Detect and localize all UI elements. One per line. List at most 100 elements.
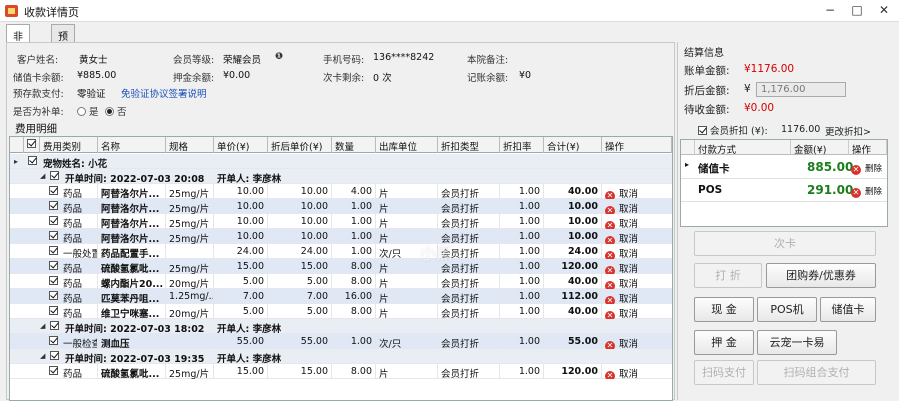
collapse-icon[interactable]: ▸ — [14, 157, 18, 166]
table-row[interactable]: 药品 匹莫苯丹咀... 1.25mg/... 7.00 7.00 16.00 片会员打折 1.… — [10, 289, 672, 304]
tab-non-presale[interactable]: 非预售 — [6, 24, 30, 73]
cancel-button[interactable]: ✕ 取消 — [602, 334, 672, 349]
cloud-pet-button[interactable]: 云宠一卡易 — [757, 330, 837, 355]
pos-button[interactable]: POS机 — [757, 297, 817, 322]
checkbox-icon — [28, 156, 37, 165]
scan-combo-pay-button[interactable]: 扫码组合支付 — [757, 360, 876, 385]
payment-amount: 291.00 — [807, 183, 854, 197]
cell-disc-price: 10.00 — [268, 214, 332, 229]
cancel-button[interactable]: ✕ 取消 — [602, 229, 672, 244]
cancel-button[interactable]: ✕ 取消 — [602, 304, 672, 319]
table-row[interactable]: 药品 螺内酯片20... 20mg/片 5.00 5.00 8.00 片会员打折 1.00 40… — [10, 274, 672, 289]
cancel-button[interactable]: ✕ 取消 — [602, 289, 672, 304]
cancel-button[interactable]: ✕ 取消 — [602, 274, 672, 289]
cell-category: 药品 — [60, 184, 98, 199]
change-discount-link[interactable]: 更改折扣> — [825, 124, 871, 138]
row-checkbox[interactable] — [46, 244, 60, 259]
minimize-button[interactable]: − — [820, 3, 840, 17]
cancel-button[interactable]: ✕ 取消 — [602, 244, 672, 259]
collapse-icon[interactable]: ◢ — [40, 352, 45, 360]
cancel-icon: ✕ — [605, 191, 615, 199]
row-checkbox[interactable] — [46, 229, 60, 244]
cancel-button[interactable]: ✕ 取消 — [602, 199, 672, 214]
cancel-button[interactable]: ✕ 取消 — [602, 184, 672, 199]
collapse-icon[interactable]: ◢ — [40, 172, 45, 180]
cell-disc-price: 10.00 — [268, 229, 332, 244]
order-group-row[interactable]: ◢ 开单时间: 2022-07-03 18:02 开单人: 李彦林 — [10, 319, 672, 334]
pet-checkbox[interactable] — [28, 156, 37, 166]
grid-header: 费用类别 名称 规格 单价(¥) 折后单价(¥) 数量 出库单位 折扣类型 折扣… — [10, 137, 672, 153]
row-checkbox[interactable] — [46, 304, 60, 319]
cell-rate: 1.00 — [500, 334, 544, 349]
header-select-all[interactable] — [24, 137, 40, 153]
payment-header-action: 操作 — [849, 140, 887, 156]
order-operator: 开单人: 李彦林 — [217, 174, 282, 184]
discounted-label: 折后金额: — [684, 85, 730, 97]
cell-disc-price: 24.00 — [268, 244, 332, 259]
table-row[interactable]: 药品 阿替洛尔片... 25mg/片 10.00 10.00 1.00 片会员打折 1.00 1… — [10, 229, 672, 244]
table-row[interactable]: 一般处置 药品配置手... 24.00 24.00 1.00 次/只 会员打折 1.00 24.… — [10, 244, 672, 259]
tab-presale[interactable]: 预售 — [51, 24, 75, 58]
table-row[interactable]: 药品 维卫宁咪塞... 20mg/片 5.00 5.00 8.00 片会员打折 1.00 40.… — [10, 304, 672, 319]
cancel-label: 取消 — [619, 309, 639, 319]
delete-payment-button[interactable]: ✕ 删除 — [851, 185, 882, 198]
cancel-button[interactable]: ✕ 取消 — [602, 214, 672, 229]
row-checkbox[interactable] — [46, 274, 60, 289]
makeup-yes-radio[interactable]: 是 — [77, 104, 99, 118]
group-coupon-button[interactable]: 团购券/优惠券 — [766, 263, 876, 288]
table-row[interactable]: 一般检查 测血压 55.00 55.00 1.00 次/只 会员打折 1.00 55.00 ✕ 取消 — [10, 334, 672, 349]
cell-price: 5.00 — [214, 274, 268, 289]
card-remaining-label: 次卡剩余: — [323, 73, 365, 84]
row-checkbox[interactable] — [46, 214, 60, 229]
makeup-no-radio[interactable]: 否 — [105, 104, 127, 118]
header-qty: 数量 — [332, 137, 376, 153]
cash-button[interactable]: 现 金 — [694, 297, 754, 322]
cancel-button[interactable]: ✕ 取消 — [602, 364, 672, 379]
table-row[interactable]: 药品 阿替洛尔片... 25mg/片 10.00 10.00 1.00 片会员打折 1.00 1… — [10, 199, 672, 214]
cell-rate: 1.00 — [500, 244, 544, 259]
card-button[interactable]: 次卡 — [694, 231, 876, 256]
discounted-input[interactable]: 1,176.00 — [756, 82, 846, 97]
table-row[interactable]: 药品 阿替洛尔片... 25mg/片 10.00 10.00 1.00 片会员打折 1.00 1… — [10, 214, 672, 229]
cell-disc-type: 会员打折 — [438, 364, 500, 379]
order-checkbox[interactable] — [50, 321, 59, 331]
table-row[interactable]: 药品 阿替洛尔片... 25mg/片 10.00 10.00 4.00 片会员打折 1.00 4… — [10, 184, 672, 199]
payment-row[interactable]: POS 291.00 ✕ 删除 — [681, 179, 887, 202]
row-checkbox[interactable] — [46, 334, 60, 349]
member-discount-toggle[interactable]: 会员折扣 (¥): — [698, 123, 768, 137]
row-checkbox[interactable] — [46, 364, 60, 379]
order-checkbox[interactable] — [50, 171, 59, 181]
currency-sign: ¥ — [744, 83, 751, 95]
row-checkbox[interactable] — [46, 289, 60, 304]
scan-pay-button[interactable]: 扫码支付 — [694, 360, 754, 385]
stored-card-button[interactable]: 储值卡 — [820, 297, 876, 322]
payable-value: ¥1176.00 — [744, 63, 795, 75]
table-row[interactable]: 药品 硫酸氢氯吡... 25mg/片 15.00 15.00 8.00 片会员打折 1.00 1… — [10, 259, 672, 274]
cell-disc-price: 7.00 — [268, 289, 332, 304]
order-checkbox[interactable] — [50, 351, 59, 361]
payment-row[interactable]: ▸ 储值卡 885.00 ✕ 删除 — [681, 156, 887, 179]
agreement-link[interactable]: 免验证协议签署说明 — [121, 86, 207, 100]
cancel-icon: ✕ — [605, 266, 615, 274]
checkbox-icon — [49, 231, 58, 240]
order-group-row[interactable]: ◢ 开单时间: 2022-07-03 19:35 开单人: 李彦林 — [10, 349, 672, 364]
delete-payment-button[interactable]: ✕ 删除 — [851, 162, 882, 175]
info-icon[interactable]: ❶ — [275, 51, 283, 62]
maximize-button[interactable]: □ — [847, 3, 867, 17]
row-checkbox[interactable] — [46, 259, 60, 274]
cell-disc-type: 会员打折 — [438, 214, 500, 229]
discount-button[interactable]: 打 折 — [694, 263, 762, 288]
order-group-row[interactable]: ◢ 开单时间: 2022-07-03 20:08 开单人: 李彦林 — [10, 169, 672, 184]
row-checkbox[interactable] — [46, 184, 60, 199]
table-row[interactable]: 药品 硫酸氢氯吡... 25mg/片 15.00 15.00 8.00 片会员打折 1.00 1… — [10, 364, 672, 379]
collapse-icon[interactable]: ◢ — [40, 322, 45, 330]
cell-total: 10.00 — [544, 199, 602, 214]
row-checkbox[interactable] — [46, 199, 60, 214]
deposit-button[interactable]: 押 金 — [694, 330, 754, 355]
pet-group-row[interactable]: ▸ 宠物姓名: 小花 — [10, 154, 672, 169]
title-bar: 收款详情页 − □ ✕ — [0, 0, 899, 22]
cancel-button[interactable]: ✕ 取消 — [602, 259, 672, 274]
checkbox-icon — [698, 126, 707, 135]
close-button[interactable]: ✕ — [874, 3, 894, 17]
cell-unit: 片 — [376, 214, 438, 229]
